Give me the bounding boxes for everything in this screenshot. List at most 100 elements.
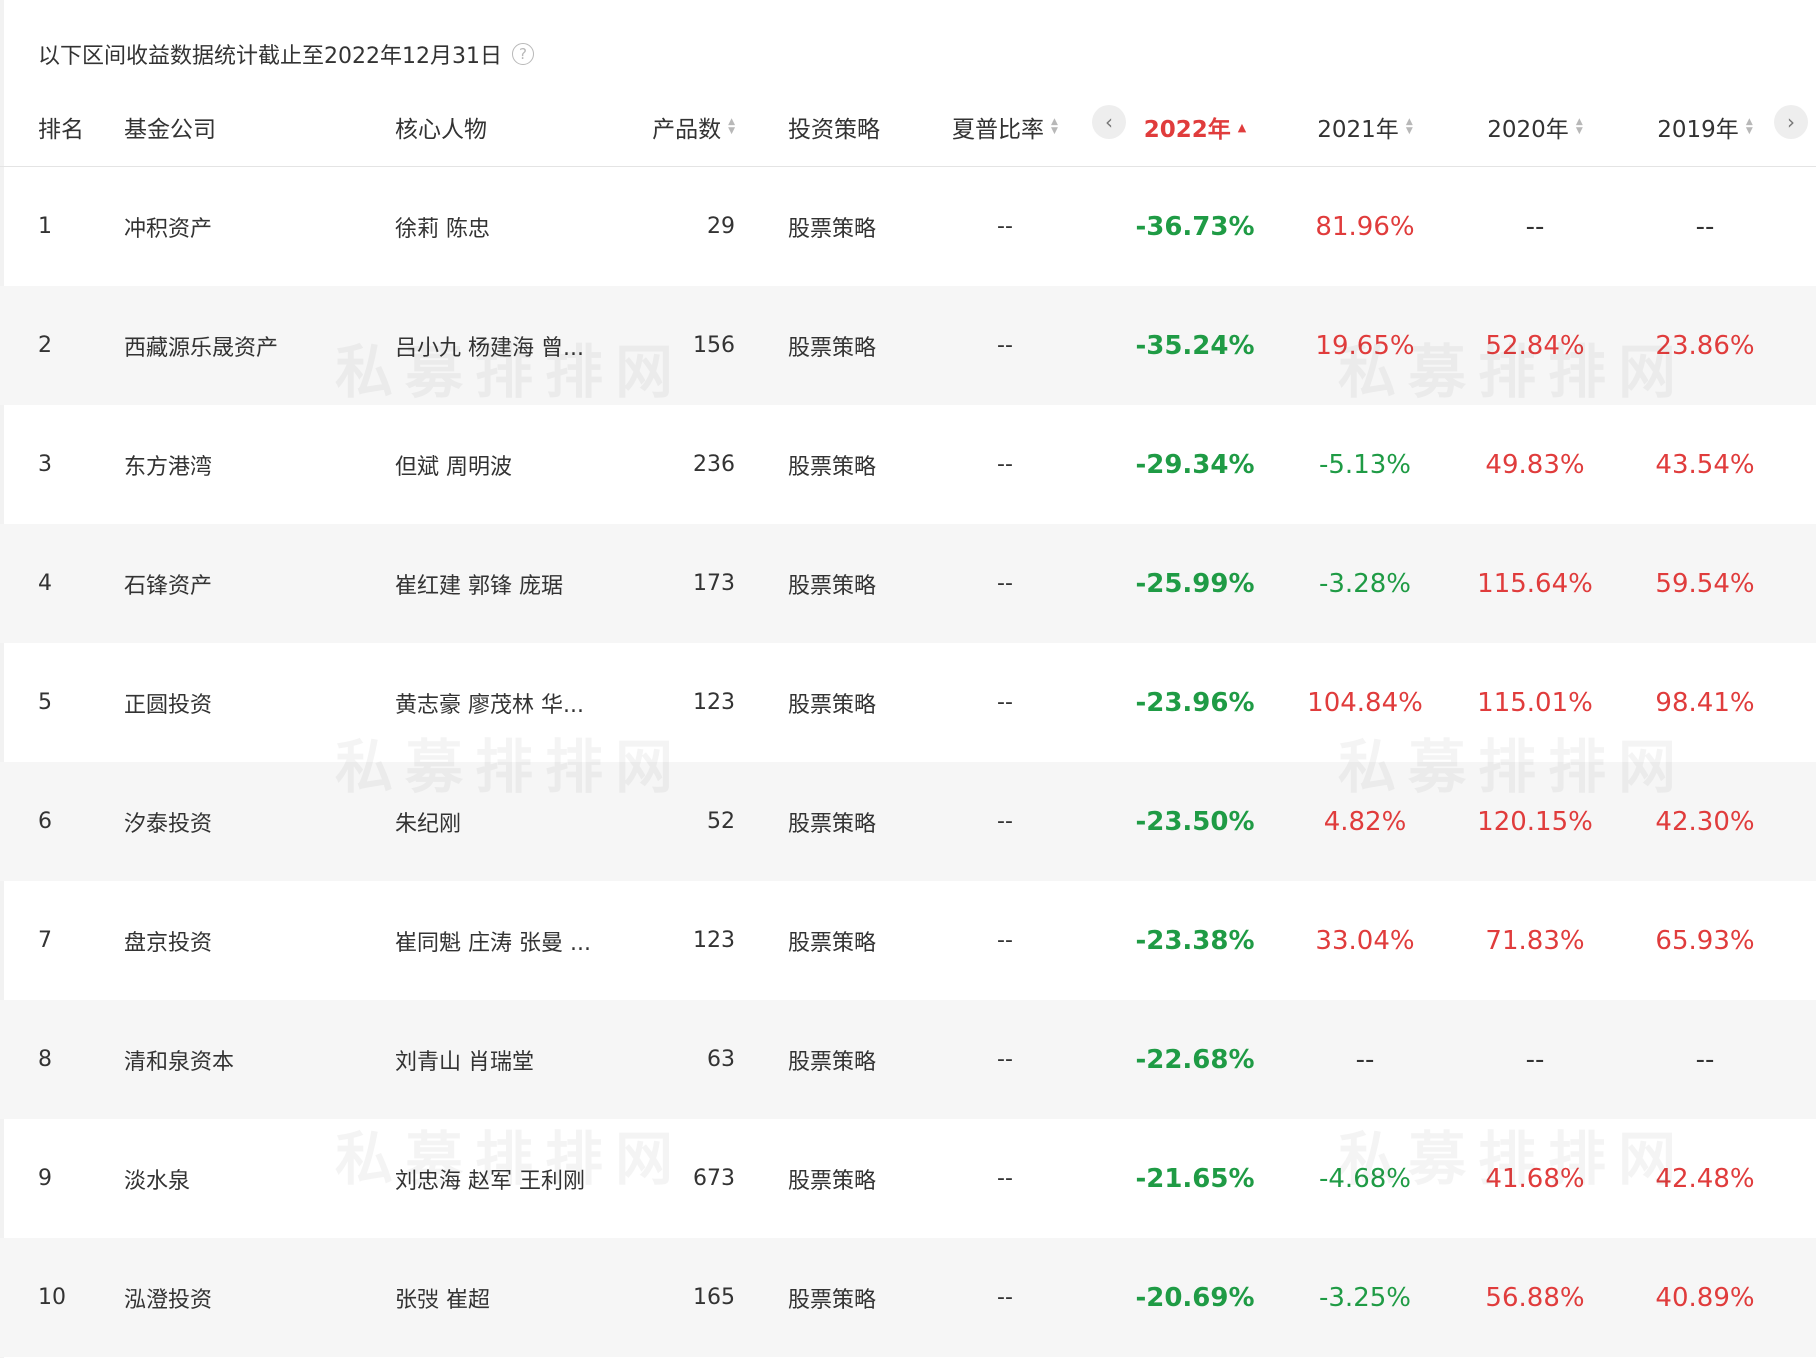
header-strategy-label: 投资策略 [788, 117, 880, 143]
cell-strategy-text: 股票策略 [788, 216, 877, 242]
help-icon[interactable]: ? [511, 43, 534, 65]
cell-people-text: 但斌 周明波 [395, 454, 512, 480]
sort-icon[interactable]: ▲ ▼ [1051, 118, 1058, 136]
header-company: 基金公司 [124, 88, 354, 166]
table-row[interactable]: 3 东方港湾 但斌 周明波 236 股票策略 -- -29.34% -5.13% 49.83% 4… [0, 405, 1816, 524]
cell-count-text: 673 [693, 1166, 735, 1191]
cell-company-text: 正圆投资 [124, 692, 213, 718]
cell-company[interactable]: 西藏源乐晟资产 [124, 286, 384, 405]
cell-people: 张弢 崔超 [395, 1238, 615, 1357]
cell-y2019: -- [1620, 1000, 1790, 1119]
cell-company[interactable]: 正圆投资 [124, 643, 384, 762]
table-header: 排名 基金公司 核心人物 产品数 ▲ ▼ 投资策略 夏普比率 ▲ ▼ ‹ 202… [0, 88, 1816, 167]
sort-icon[interactable]: ▲ ▼ [1576, 118, 1583, 136]
header-people: 核心人物 [395, 88, 615, 166]
cell-rank: 3 [38, 405, 108, 524]
cell-company-text: 泓澄投资 [124, 1287, 213, 1313]
sort-icon[interactable]: ▲ ▼ [1746, 118, 1753, 136]
cell-strategy: 股票策略 [788, 643, 928, 762]
table-row[interactable]: 1 冲积资产 徐莉 陈忠 29 股票策略 -- -36.73% 81.96% -- -- [0, 167, 1816, 286]
cell-y2019-text: 59.54% [1655, 568, 1755, 599]
cell-y2019-text: 23.86% [1655, 330, 1755, 361]
header-sharpe[interactable]: 夏普比率 ▲ ▼ [935, 88, 1075, 166]
cell-y2020: 49.83% [1450, 405, 1620, 524]
cell-y2021: 81.96% [1280, 167, 1450, 286]
cell-y2019: 40.89% [1620, 1238, 1790, 1357]
cell-y2022-text: -29.34% [1135, 449, 1255, 480]
cell-company[interactable]: 泓澄投资 [124, 1238, 384, 1357]
table-row[interactable]: 9 淡水泉 刘忠海 赵军 王利刚 673 股票策略 -- -21.65% -4.68% 41.6… [0, 1119, 1816, 1238]
cell-rank-text: 3 [38, 452, 52, 477]
cell-company[interactable]: 冲积资产 [124, 167, 384, 286]
sort-down-glyph: ▼ [1745, 126, 1753, 136]
table-row[interactable]: 10 泓澄投资 张弢 崔超 165 股票策略 -- -20.69% -3.25% 56.88% 4… [0, 1238, 1816, 1357]
cell-company[interactable]: 东方港湾 [124, 405, 384, 524]
cell-strategy-text: 股票策略 [788, 930, 877, 956]
cell-y2021-text: 104.84% [1307, 687, 1423, 718]
cell-y2022: -25.99% [1110, 524, 1280, 643]
cell-company[interactable]: 盘京投资 [124, 881, 384, 1000]
cell-y2019-text: 40.89% [1655, 1282, 1755, 1313]
cell-y2022-text: -21.65% [1135, 1163, 1255, 1194]
sort-icon[interactable]: ▲ ▼ [728, 118, 735, 136]
table-row[interactable]: 6 汐泰投资 朱纪刚 52 股票策略 -- -23.50% 4.82% 120.15% 42.30… [0, 762, 1816, 881]
cell-count: 236 [620, 405, 735, 524]
cell-count: 123 [620, 881, 735, 1000]
cell-sharpe: -- [935, 1119, 1075, 1238]
cell-company-text: 东方港湾 [124, 454, 213, 480]
cell-sharpe: -- [935, 1238, 1075, 1357]
header-2019[interactable]: 2019年 ▲ ▼ [1620, 88, 1790, 166]
header-count[interactable]: 产品数 ▲ ▼ [620, 88, 735, 166]
cell-sharpe: -- [935, 286, 1075, 405]
sort-icon[interactable]: ▲ ▼ [1406, 118, 1413, 136]
cell-strategy: 股票策略 [788, 762, 928, 881]
cell-y2019: 42.30% [1620, 762, 1790, 881]
cell-company-text: 石锋资产 [124, 573, 213, 599]
cell-company[interactable]: 石锋资产 [124, 524, 384, 643]
table-body: 1 冲积资产 徐莉 陈忠 29 股票策略 -- -36.73% 81.96% -- -- 2 西藏源乐… [0, 167, 1816, 1357]
sort-asc-icon[interactable]: ▲ [1237, 120, 1247, 134]
table-row[interactable]: 4 石锋资产 崔红建 郭锋 庞琚 173 股票策略 -- -25.99% -3.28% 115.… [0, 524, 1816, 643]
cell-y2020: 120.15% [1450, 762, 1620, 881]
ranking-page: 以下区间收益数据统计截止至2022年12月31日 ? 排名 基金公司 核心人物 … [0, 0, 1816, 1358]
header-2022[interactable]: 2022年 ▲ [1110, 88, 1280, 166]
cell-y2020: 56.88% [1450, 1238, 1620, 1357]
header-2020[interactable]: 2020年 ▲ ▼ [1450, 88, 1620, 166]
cell-rank-text: 6 [38, 809, 52, 834]
cell-y2020: -- [1450, 167, 1620, 286]
scroll-right-button[interactable]: › [1774, 105, 1808, 139]
cell-y2021-text: -5.13% [1319, 449, 1411, 480]
cell-y2020-text: 115.01% [1477, 687, 1593, 718]
cell-y2019: 43.54% [1620, 405, 1790, 524]
cell-y2020-text: 41.68% [1485, 1163, 1585, 1194]
cell-y2019: -- [1620, 167, 1790, 286]
cell-company-text: 盘京投资 [124, 930, 213, 956]
cell-company[interactable]: 汐泰投资 [124, 762, 384, 881]
cell-people-text: 张弢 崔超 [395, 1287, 490, 1313]
table-row[interactable]: 2 西藏源乐晟资产 吕小九 杨建海 曾... 156 股票策略 -- -35.24% 19.6… [0, 286, 1816, 405]
cell-company[interactable]: 淡水泉 [124, 1119, 384, 1238]
header-count-label: 产品数 [652, 117, 722, 143]
cell-y2019-text: -- [1695, 211, 1715, 242]
cell-y2021: -- [1280, 1000, 1450, 1119]
cell-y2019: 59.54% [1620, 524, 1790, 643]
cell-people-text: 刘忠海 赵军 王利刚 [395, 1168, 585, 1194]
table-row[interactable]: 5 正圆投资 黄志豪 廖茂林 华... 123 股票策略 -- -23.96% 104.84%… [0, 643, 1816, 762]
cell-count: 165 [620, 1238, 735, 1357]
header-2021[interactable]: 2021年 ▲ ▼ [1280, 88, 1450, 166]
cell-y2022: -23.96% [1110, 643, 1280, 762]
cell-company-text: 汐泰投资 [124, 811, 213, 837]
header-rank-label: 排名 [38, 117, 84, 143]
cell-y2020-text: 56.88% [1485, 1282, 1585, 1313]
cell-rank-text: 7 [38, 928, 52, 953]
cell-y2021-text: -3.28% [1319, 568, 1411, 599]
cell-count: 173 [620, 524, 735, 643]
cell-y2020-text: 49.83% [1485, 449, 1585, 480]
cell-y2021-text: 33.04% [1315, 925, 1415, 956]
table-row[interactable]: 8 清和泉资本 刘青山 肖瑞堂 63 股票策略 -- -22.68% -- -- -- [0, 1000, 1816, 1119]
cell-count: 156 [620, 286, 735, 405]
table-row[interactable]: 7 盘京投资 崔同魁 庄涛 张曼 ... 123 股票策略 -- -23.38% 33.04%… [0, 881, 1816, 1000]
cell-company[interactable]: 清和泉资本 [124, 1000, 384, 1119]
sort-up-glyph: ▲ [1237, 120, 1247, 134]
cell-strategy-text: 股票策略 [788, 1168, 877, 1194]
